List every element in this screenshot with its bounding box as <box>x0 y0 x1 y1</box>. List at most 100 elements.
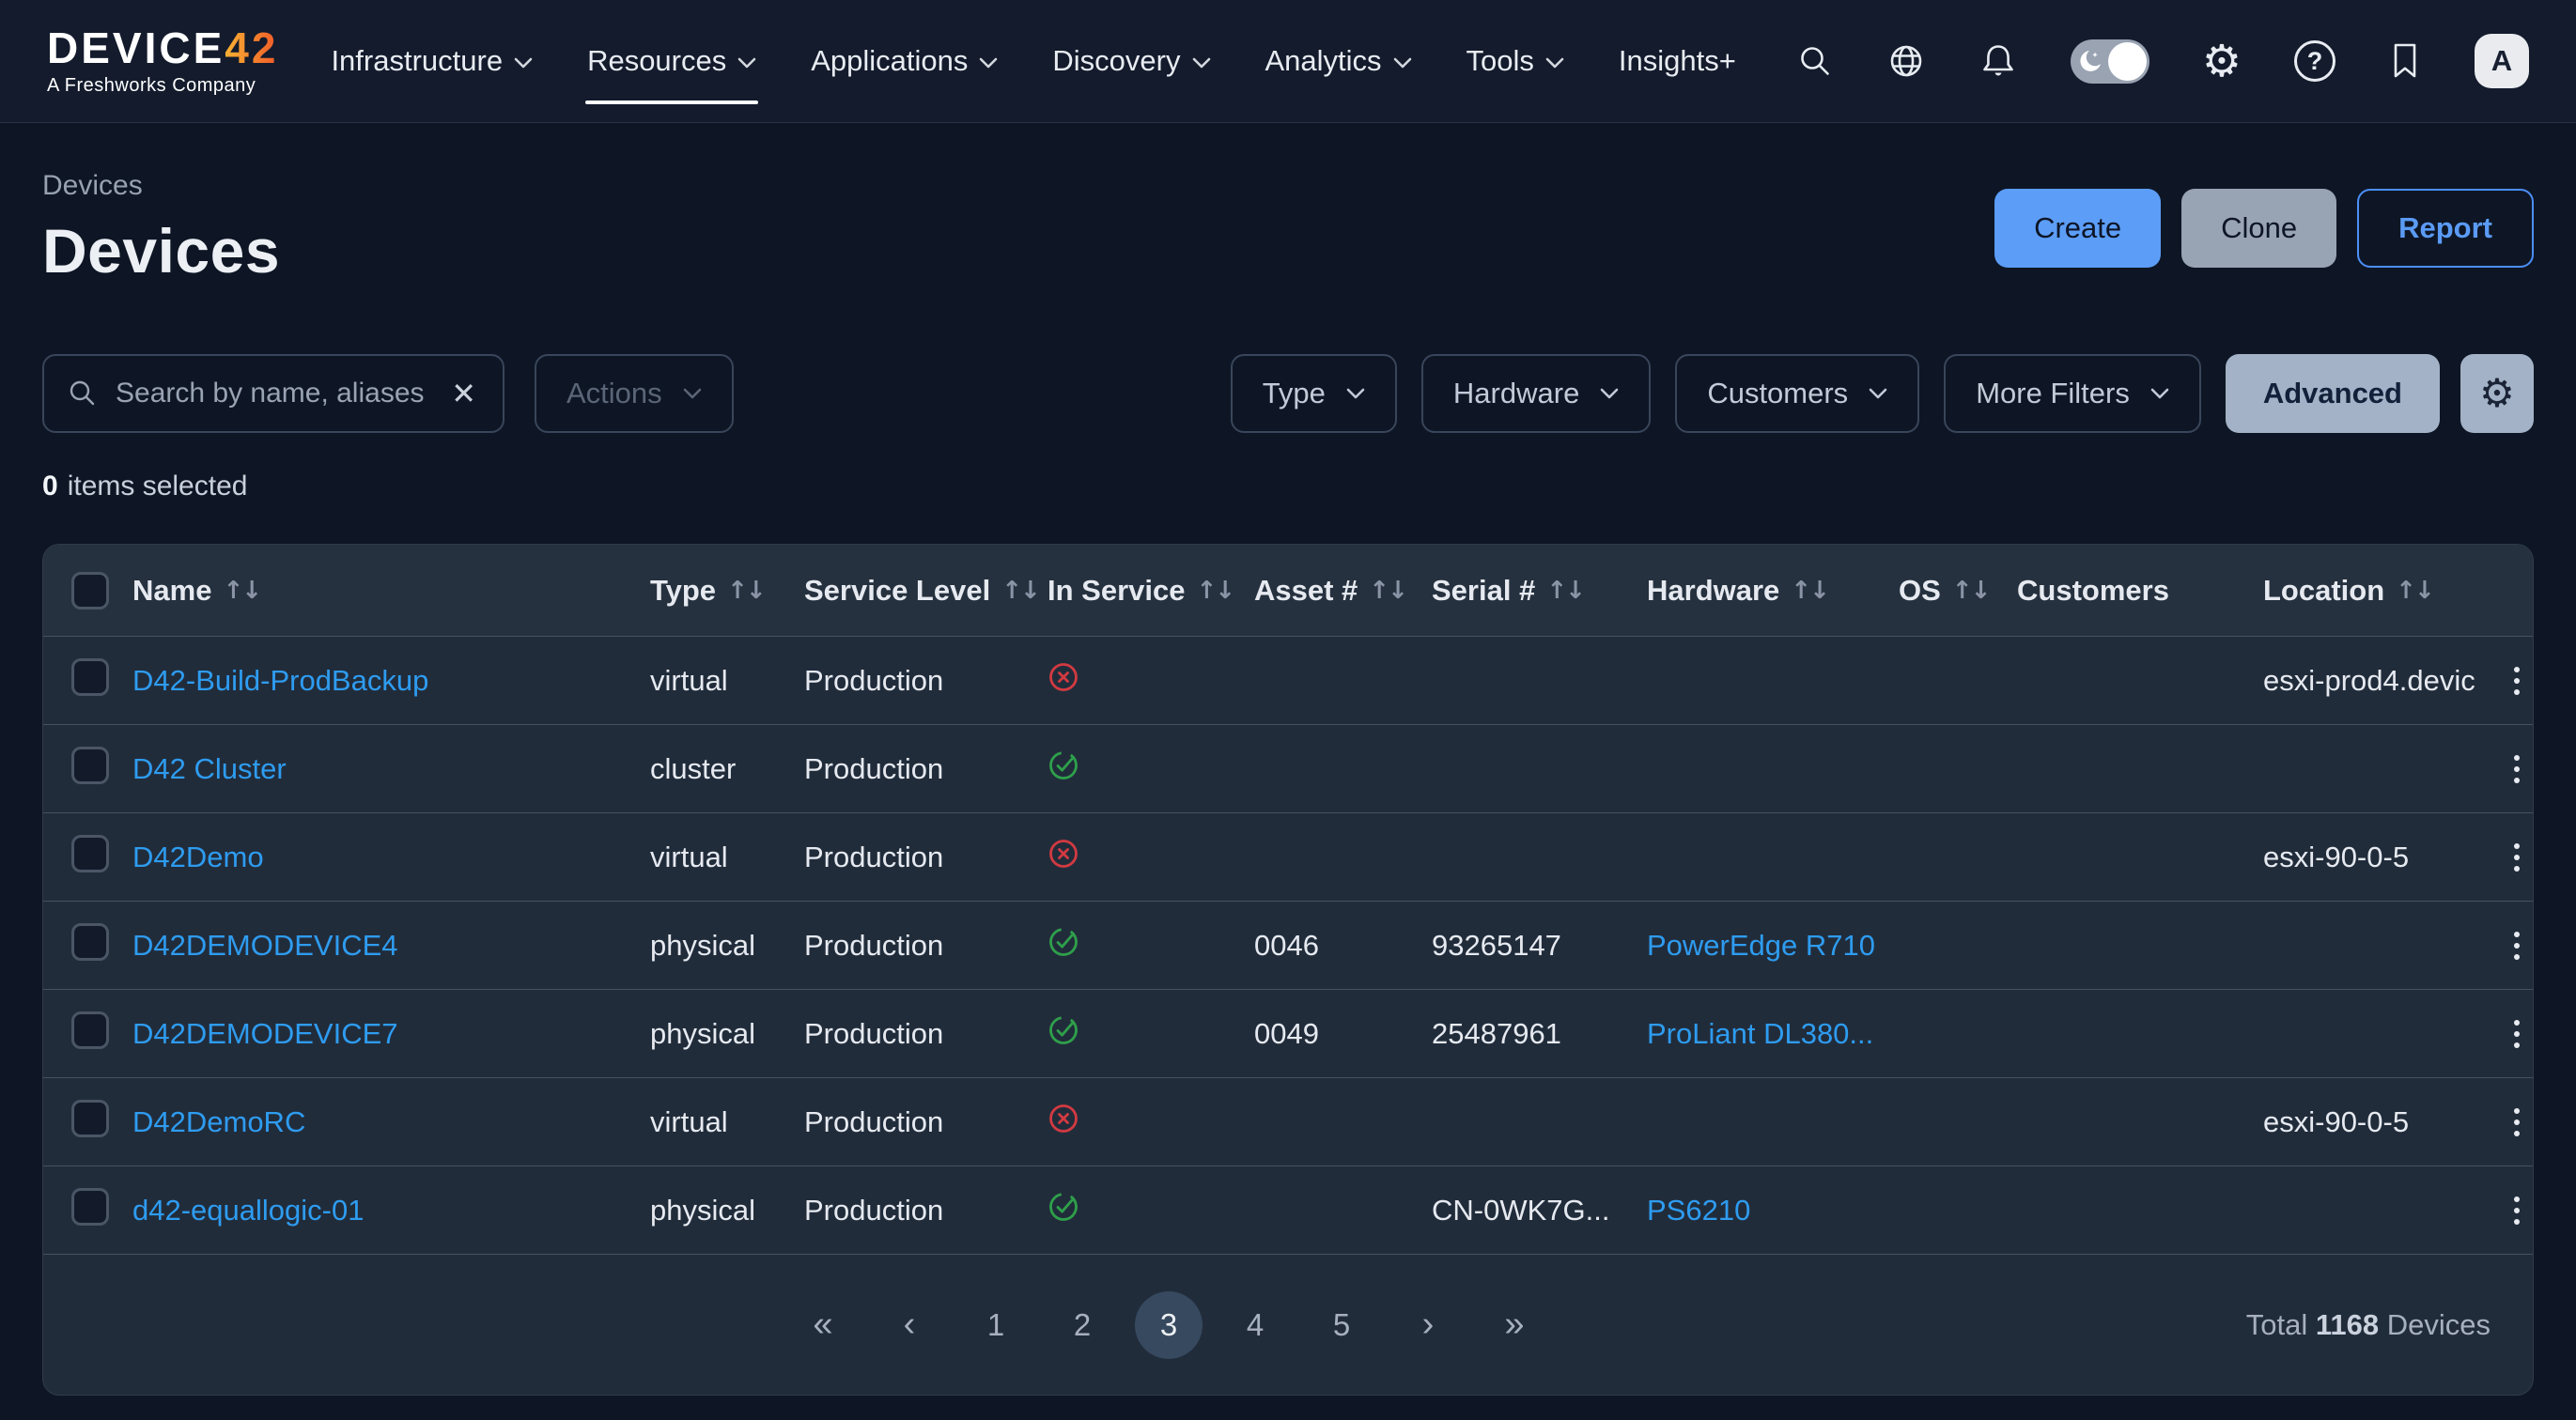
hardware-link[interactable]: PowerEdge R710 <box>1647 929 1875 962</box>
page-button-4[interactable]: 4 <box>1221 1291 1289 1359</box>
first-page-button[interactable]: « <box>789 1291 857 1359</box>
row-menu-button[interactable] <box>2495 749 2534 789</box>
nav-item-insights-[interactable]: Insights+ <box>1619 35 1736 87</box>
sort-icon[interactable]: ↑↓ <box>727 577 765 605</box>
device-name-link[interactable]: D42 Cluster <box>132 752 287 785</box>
column-header-location[interactable]: Location↑↓ <box>2263 574 2495 608</box>
create-button[interactable]: Create <box>1994 189 2161 268</box>
row-checkbox[interactable] <box>71 658 109 696</box>
type-cell: physical <box>650 929 804 963</box>
device-name-link[interactable]: D42Demo <box>132 841 264 873</box>
filter-dropdown-customers[interactable]: Customers <box>1675 354 1919 433</box>
sort-icon[interactable]: ↑↓ <box>223 577 260 605</box>
nav-item-tools[interactable]: Tools <box>1466 35 1564 87</box>
row-checkbox[interactable] <box>71 835 109 872</box>
column-header-in_service[interactable]: In Service↑↓ <box>1047 574 1254 608</box>
bookmark-icon[interactable] <box>2388 41 2422 81</box>
globe-icon[interactable] <box>1886 41 1926 81</box>
location-cell: esxi-prod4.devic <box>2263 664 2495 698</box>
sort-icon[interactable]: ↑↓ <box>1546 577 1584 605</box>
filter-dropdown-more-filters[interactable]: More Filters <box>1944 354 2201 433</box>
page-content: Devices Devices Create Clone Report ✕ Ac… <box>0 170 2576 1396</box>
row-menu-button[interactable] <box>2495 1191 2534 1230</box>
pagination-row: «‹12345›» Total 1168 Devices <box>43 1254 2533 1395</box>
device-name-link[interactable]: D42DEMODEVICE4 <box>132 929 398 962</box>
select-all-checkbox[interactable] <box>71 572 109 610</box>
page-button-3[interactable]: 3 <box>1135 1291 1203 1359</box>
column-header-name[interactable]: Name↑↓ <box>132 574 650 608</box>
advanced-filters-button[interactable]: Advanced <box>2226 354 2440 433</box>
sort-icon[interactable]: ↑↓ <box>1791 577 1828 605</box>
search-input[interactable] <box>116 378 430 409</box>
sort-icon[interactable]: ↑↓ <box>1952 577 1990 605</box>
clone-button[interactable]: Clone <box>2181 189 2336 268</box>
page-button-5[interactable]: 5 <box>1308 1291 1375 1359</box>
asset-cell: 0049 <box>1254 1017 1432 1051</box>
filter-dropdown-type[interactable]: Type <box>1231 354 1397 433</box>
sort-icon[interactable]: ↑↓ <box>1196 577 1234 605</box>
clear-search-icon[interactable]: ✕ <box>447 376 480 411</box>
row-menu-button[interactable] <box>2495 1014 2534 1054</box>
table-row: D42 ClusterclusterProduction <box>43 724 2533 812</box>
row-menu-button[interactable] <box>2495 1103 2534 1142</box>
chevron-down-icon <box>1346 388 1365 399</box>
nav-item-infrastructure[interactable]: Infrastructure <box>331 35 533 87</box>
location-cell: esxi-90-0-5 <box>2263 841 2495 874</box>
row-checkbox[interactable] <box>71 1011 109 1049</box>
column-header-serial[interactable]: Serial #↑↓ <box>1432 574 1647 608</box>
user-avatar[interactable]: A <box>2475 34 2529 88</box>
nav-item-discovery[interactable]: Discovery <box>1052 35 1210 87</box>
notifications-bell-icon[interactable] <box>1979 41 2018 81</box>
previous-page-button[interactable]: ‹ <box>876 1291 943 1359</box>
device-name-link[interactable]: D42-Build-ProdBackup <box>132 664 428 697</box>
row-menu-button[interactable] <box>2495 838 2534 877</box>
row-checkbox[interactable] <box>71 1100 109 1137</box>
page-button-2[interactable]: 2 <box>1048 1291 1116 1359</box>
asset-cell: 0046 <box>1254 929 1432 963</box>
column-header-os[interactable]: OS↑↓ <box>1899 574 2017 608</box>
logo-accent-text: 42 <box>225 26 278 69</box>
row-menu-button[interactable] <box>2495 926 2534 965</box>
column-header-type[interactable]: Type↑↓ <box>650 574 804 608</box>
row-checkbox[interactable] <box>71 1188 109 1226</box>
device-name-link[interactable]: D42DEMODEVICE7 <box>132 1017 398 1050</box>
device-name-link[interactable]: d42-equallogic-01 <box>132 1194 364 1227</box>
selection-status: 0items selected <box>42 471 2534 502</box>
page-button-1[interactable]: 1 <box>962 1291 1030 1359</box>
help-icon[interactable]: ? <box>2294 40 2335 82</box>
in-service-no-icon <box>1047 1103 1079 1142</box>
nav-item-resources[interactable]: Resources <box>587 35 756 87</box>
actions-dropdown[interactable]: Actions <box>535 354 734 433</box>
type-cell: physical <box>650 1017 804 1051</box>
sort-icon[interactable]: ↑↓ <box>1001 577 1039 605</box>
nav-item-applications[interactable]: Applications <box>811 35 998 87</box>
filter-dropdown-hardware[interactable]: Hardware <box>1421 354 1651 433</box>
next-page-button[interactable]: › <box>1394 1291 1462 1359</box>
service-level-cell: Production <box>804 929 1047 963</box>
last-page-button[interactable]: » <box>1481 1291 1548 1359</box>
row-checkbox[interactable] <box>71 923 109 961</box>
column-header-hardware[interactable]: Hardware↑↓ <box>1647 574 1899 608</box>
chevron-down-icon <box>1600 388 1619 399</box>
device-name-link[interactable]: D42DemoRC <box>132 1105 305 1138</box>
page-title: Devices <box>42 215 280 286</box>
search-icon[interactable] <box>1796 42 1834 80</box>
hardware-link[interactable]: ProLiant DL380... <box>1647 1017 1873 1050</box>
breadcrumb: Devices <box>42 170 280 202</box>
table-row: D42DEMODEVICE7physicalProduction00492548… <box>43 989 2533 1077</box>
column-header-asset[interactable]: Asset #↑↓ <box>1254 574 1432 608</box>
device42-logo[interactable]: DEVICE42 A Freshworks Company <box>47 26 278 97</box>
table-settings-button[interactable]: ⚙ <box>2460 354 2534 433</box>
sort-icon[interactable]: ↑↓ <box>1369 577 1406 605</box>
column-header-service_level[interactable]: Service Level↑↓ <box>804 574 1047 608</box>
row-menu-button[interactable] <box>2495 661 2534 701</box>
hardware-link[interactable]: PS6210 <box>1647 1194 1750 1227</box>
theme-toggle[interactable] <box>2071 39 2149 84</box>
sort-icon[interactable]: ↑↓ <box>2396 577 2433 605</box>
nav-item-analytics[interactable]: Analytics <box>1265 35 1412 87</box>
in-service-no-icon <box>1047 838 1079 877</box>
settings-gear-icon[interactable]: ⚙ <box>2202 39 2242 84</box>
in-service-yes-icon <box>1047 1014 1079 1054</box>
report-button[interactable]: Report <box>2357 189 2534 268</box>
row-checkbox[interactable] <box>71 747 109 784</box>
